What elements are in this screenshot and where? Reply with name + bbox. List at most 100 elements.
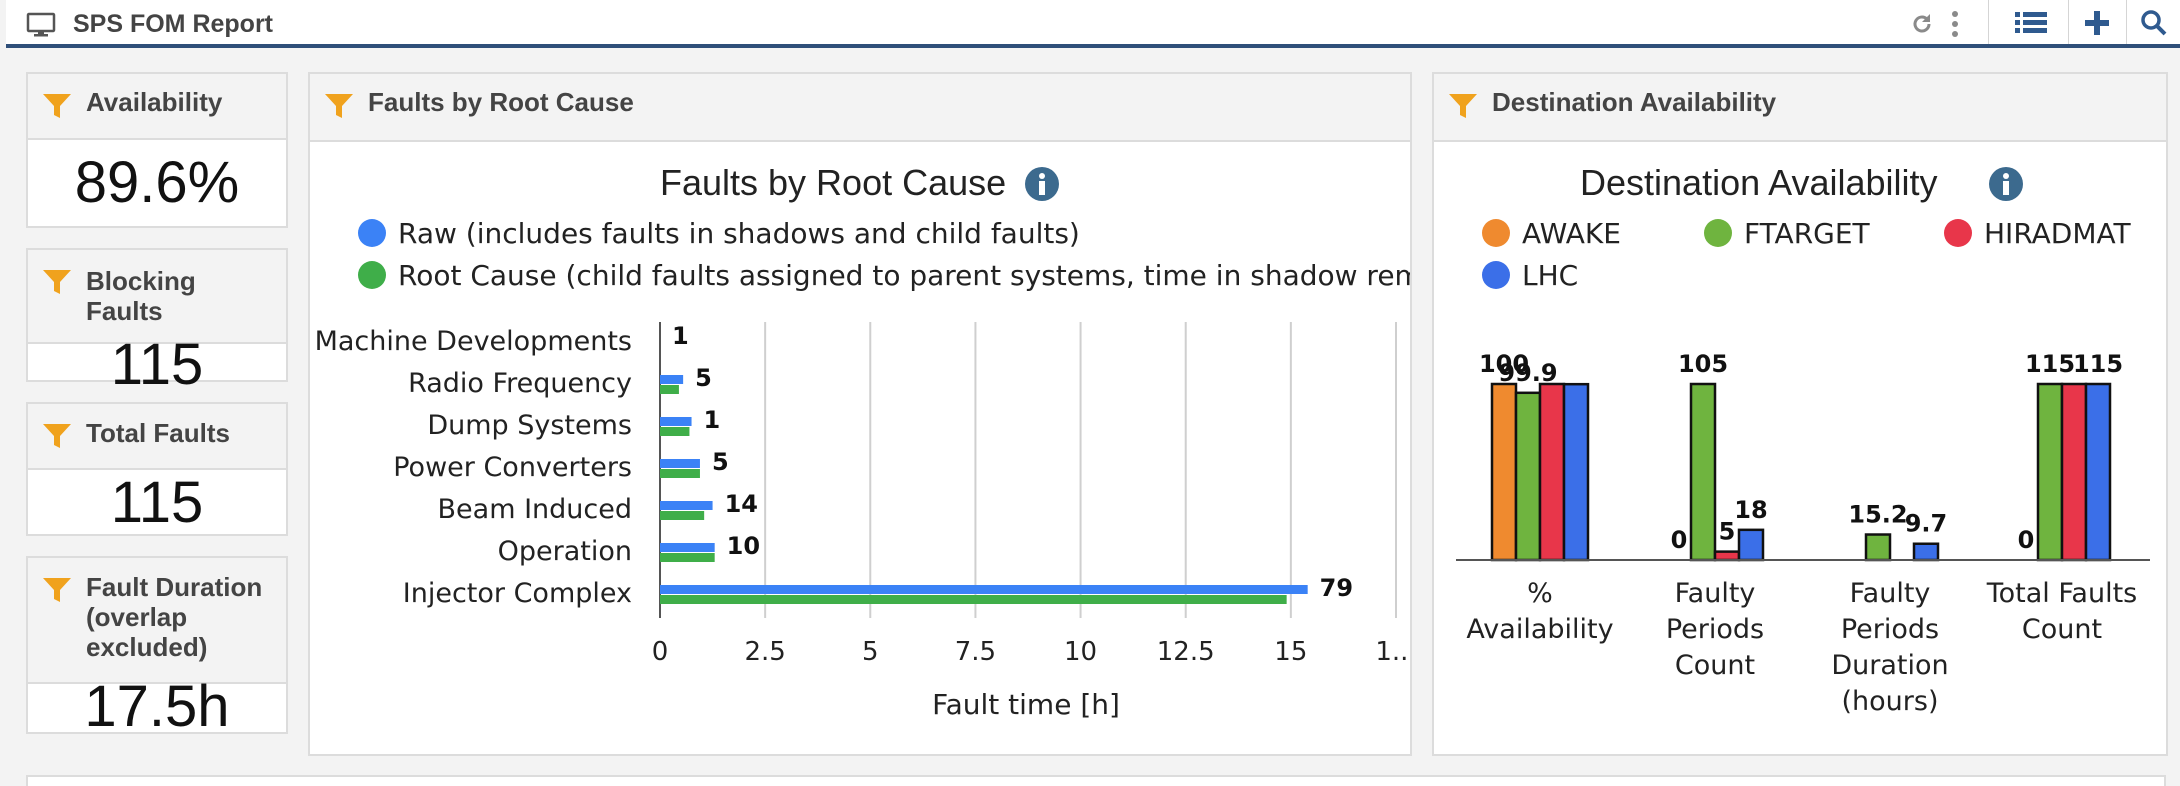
category-label: Availability xyxy=(1466,614,1613,645)
x-tick-label: 12.5 xyxy=(1157,637,1215,667)
data-label: 5 xyxy=(712,448,729,476)
list-view-icon[interactable] xyxy=(2014,10,2048,36)
category-label: Radio Frequency xyxy=(408,368,632,399)
bar xyxy=(1538,382,1566,562)
availability-label: Availability xyxy=(86,87,223,117)
bar xyxy=(660,375,684,384)
legend-label: HIRADMAT xyxy=(1984,217,2131,250)
refresh-icon[interactable] xyxy=(1910,12,1934,36)
bar xyxy=(660,543,715,552)
bar xyxy=(1514,391,1542,562)
more-options-icon[interactable] xyxy=(1950,10,1960,38)
category-label: Machine Developments xyxy=(315,326,632,357)
data-label: 115 xyxy=(2073,350,2123,378)
filter-icon[interactable] xyxy=(42,92,72,120)
category-label: Faulty xyxy=(1850,578,1931,609)
category-label: Total Faults xyxy=(1986,578,2138,609)
destination-chart: AWAKE FTARGET HIRADMATLHC10099.9%Availabil… xyxy=(1456,217,2150,717)
bar xyxy=(1737,528,1765,562)
blocking-faults-value: 115 xyxy=(110,332,204,397)
bar xyxy=(2084,382,2112,562)
x-tick-label: 0 xyxy=(652,637,669,667)
bar xyxy=(660,501,713,510)
search-icon[interactable] xyxy=(2140,9,2168,37)
data-label: 105 xyxy=(1678,350,1728,378)
bar xyxy=(1490,382,1518,562)
report-titlebar: SPS FOM Report xyxy=(6,0,2180,48)
data-label: 0 xyxy=(2018,526,2035,554)
bar xyxy=(1562,382,1590,562)
category-label: (hours) xyxy=(1842,686,1939,717)
data-label: 79 xyxy=(1320,574,1353,602)
total-faults-card: Total Faults 115 xyxy=(26,402,288,536)
category-label: Periods xyxy=(1666,614,1764,645)
legend-marker xyxy=(1482,261,1510,289)
add-icon[interactable] xyxy=(2084,10,2110,36)
bar xyxy=(1864,533,1892,562)
legend-label: Raw (includes faults in shadows and chil… xyxy=(398,217,1080,250)
bar xyxy=(660,417,692,426)
filter-icon[interactable] xyxy=(42,422,72,450)
destination-availability-panel: Destination Availability Destination Ava… xyxy=(1432,72,2168,756)
bar xyxy=(660,595,1287,604)
category-label: Power Converters xyxy=(393,452,632,483)
data-label: 14 xyxy=(725,490,758,518)
category-label: Duration xyxy=(1831,650,1948,681)
data-label: 15.2 xyxy=(1848,501,1907,529)
report-title: SPS FOM Report xyxy=(73,10,274,38)
fault-duration-label-line2: (overlap xyxy=(86,602,188,632)
data-label: 115 xyxy=(2025,350,2075,378)
filter-icon[interactable] xyxy=(42,268,72,296)
category-label: % xyxy=(1527,578,1553,609)
fault-duration-card: Fault Duration (overlap excluded) 17.5h xyxy=(26,556,288,736)
faults-chart: Raw (includes faults in shadows and chil… xyxy=(315,217,1410,721)
data-label: 1 xyxy=(704,406,721,434)
bar xyxy=(1912,542,1940,562)
bar xyxy=(660,585,1308,594)
data-label: 5 xyxy=(695,364,712,392)
faults-by-root-cause-panel: Faults by Root Cause Faults by Root Caus… xyxy=(308,72,1412,756)
data-label: 10 xyxy=(727,532,760,560)
blocking-faults-card-header: Blocking Faults xyxy=(28,250,286,344)
legend-marker xyxy=(1704,219,1732,247)
bar xyxy=(660,459,700,468)
data-label: 99.9 xyxy=(1498,359,1557,387)
bar xyxy=(2036,382,2064,562)
category-label: Dump Systems xyxy=(427,410,632,441)
x-tick-label: 10 xyxy=(1064,637,1097,667)
category-label: Faulty xyxy=(1675,578,1756,609)
bar xyxy=(660,385,679,394)
x-tick-label: 1... xyxy=(1375,637,1410,667)
category-label: Count xyxy=(2022,614,2102,645)
x-tick-label: 7.5 xyxy=(955,637,996,667)
category-label: Count xyxy=(1675,650,1755,681)
filter-icon[interactable] xyxy=(42,576,72,604)
blocking-faults-card: Blocking Faults 115 xyxy=(26,248,288,394)
category-label: Operation xyxy=(498,536,632,567)
blocking-faults-label-line1: Blocking xyxy=(86,266,196,296)
next-panel-edge xyxy=(26,775,2166,786)
bar xyxy=(660,427,690,436)
bar xyxy=(660,511,705,520)
data-label: 5 xyxy=(1719,518,1736,546)
monitor-icon xyxy=(26,12,56,37)
availability-value: 89.6% xyxy=(74,150,240,215)
bar xyxy=(1689,382,1717,562)
data-label: 18 xyxy=(1734,496,1767,524)
legend-marker xyxy=(358,219,386,247)
total-faults-card-header: Total Faults xyxy=(28,404,286,470)
availability-card-header: Availability xyxy=(28,74,286,140)
category-label: Beam Induced xyxy=(438,494,632,525)
legend-label: LHC xyxy=(1522,259,1578,292)
x-tick-label: 5 xyxy=(862,637,879,667)
data-label: 1 xyxy=(672,322,689,350)
total-faults-value: 115 xyxy=(110,470,204,535)
bar xyxy=(660,553,715,562)
bar xyxy=(660,469,700,478)
data-label: 0 xyxy=(1671,526,1688,554)
availability-card: Availability 89.6% xyxy=(26,72,288,228)
bar xyxy=(1713,550,1741,562)
data-label: 9.7 xyxy=(1905,510,1948,538)
category-label: Injector Complex xyxy=(403,578,632,609)
blocking-faults-label-line2: Faults xyxy=(86,296,163,326)
